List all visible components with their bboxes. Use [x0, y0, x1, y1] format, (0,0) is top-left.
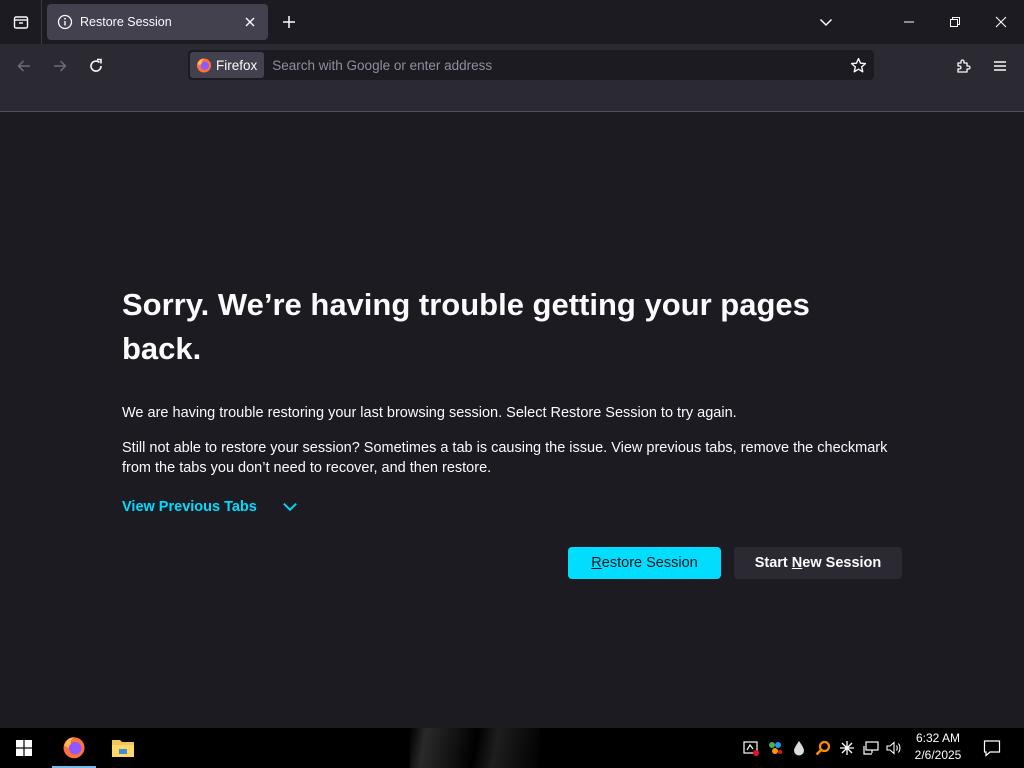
bookmarks-toolbar — [0, 86, 1024, 112]
new-session-label-rest: ew Session — [802, 555, 882, 571]
chevron-down-icon — [819, 18, 833, 27]
app-menu-button[interactable] — [986, 52, 1014, 80]
forward-button[interactable] — [46, 52, 74, 80]
tray-app-3[interactable] — [811, 728, 835, 768]
forward-arrow-icon — [54, 60, 67, 72]
tray-app-4[interactable] — [835, 728, 859, 768]
list-all-tabs-chevron[interactable] — [803, 0, 849, 44]
identity-label: Firefox — [216, 57, 258, 73]
url-bar[interactable]: Firefox — [188, 50, 874, 80]
tray-app-1[interactable] — [763, 728, 787, 768]
view-previous-tabs-label: View Previous Tabs — [122, 499, 257, 515]
minimize-button[interactable] — [886, 0, 932, 44]
windows-logo-icon — [16, 740, 32, 756]
taskbar-firefox[interactable] — [52, 728, 96, 768]
hamburger-menu-icon — [994, 61, 1006, 71]
minimize-icon — [904, 21, 914, 23]
start-new-session-button[interactable]: Start New Session — [734, 547, 902, 579]
plus-icon — [283, 16, 295, 28]
tab-restore-session[interactable]: Restore Session — [47, 4, 268, 40]
network-icon — [863, 741, 879, 755]
wallpaper-strip — [410, 728, 540, 768]
error-help-text: Still not able to restore your session? … — [122, 440, 888, 476]
clock-date: 2/6/2025 — [914, 748, 962, 762]
list-all-tabs-button[interactable] — [0, 0, 42, 44]
puzzle-piece-icon — [957, 59, 971, 73]
error-message: We are having trouble restoring your las… — [122, 405, 737, 421]
info-icon — [57, 14, 73, 30]
page-content: Sorry. We’re having trouble getting your… — [0, 113, 1024, 728]
page-title: Sorry. We’re having trouble getting your… — [122, 287, 810, 366]
tab-strip: Restore Session — [0, 0, 1024, 44]
colorful-app-icon — [769, 742, 782, 754]
close-icon — [995, 16, 1007, 28]
taskbar-file-explorer[interactable] — [100, 728, 146, 768]
address-input[interactable] — [264, 57, 844, 73]
asterisk-icon — [840, 741, 854, 755]
speaker-icon — [886, 741, 901, 755]
reload-button[interactable] — [82, 52, 110, 80]
view-previous-tabs-toggle[interactable]: View Previous Tabs — [122, 498, 299, 516]
clock-time: 6:32 AM — [915, 731, 961, 745]
restore-session-button[interactable]: Restore Session — [568, 547, 721, 579]
new-session-label-start: Start — [754, 555, 792, 571]
start-button[interactable] — [0, 728, 48, 768]
back-arrow-icon — [17, 60, 30, 72]
restore-label: estore Session — [601, 555, 698, 571]
taskbar-clock[interactable]: 6:32 AM 2/6/2025 — [906, 730, 970, 764]
magnifier-icon — [815, 740, 831, 756]
restore-window-icon — [950, 17, 960, 27]
tray-app-2[interactable] — [787, 728, 811, 768]
new-tab-button[interactable] — [278, 11, 300, 33]
reload-icon — [90, 58, 102, 72]
star-icon — [850, 57, 866, 72]
close-window-button[interactable] — [978, 0, 1024, 44]
firefox-logo-icon — [197, 58, 211, 73]
extensions-button[interactable] — [950, 52, 978, 80]
tray-security[interactable] — [739, 728, 763, 768]
firefox-logo-icon — [63, 737, 85, 759]
tab-list-icon — [13, 16, 28, 29]
restore-window-button[interactable] — [932, 0, 978, 44]
bookmark-star-button[interactable] — [844, 51, 872, 79]
tray-network[interactable] — [859, 728, 883, 768]
new-session-accesskey: N — [791, 555, 803, 571]
folder-icon — [112, 740, 134, 757]
back-button[interactable] — [10, 52, 38, 80]
navigation-toolbar: Firefox — [0, 44, 1024, 86]
chevron-down-icon — [282, 502, 297, 512]
droplet-icon — [794, 741, 804, 756]
tab-title: Restore Session — [80, 15, 172, 29]
restore-accesskey: R — [591, 555, 602, 571]
shield-warning-icon — [743, 741, 759, 756]
close-tab-icon[interactable] — [242, 14, 258, 30]
tray-volume[interactable] — [883, 728, 907, 768]
notification-icon — [983, 740, 1001, 757]
identity-box[interactable]: Firefox — [190, 52, 265, 78]
action-center-button[interactable] — [978, 728, 1006, 768]
windows-taskbar: 6:32 AM 2/6/2025 — [0, 728, 1024, 768]
